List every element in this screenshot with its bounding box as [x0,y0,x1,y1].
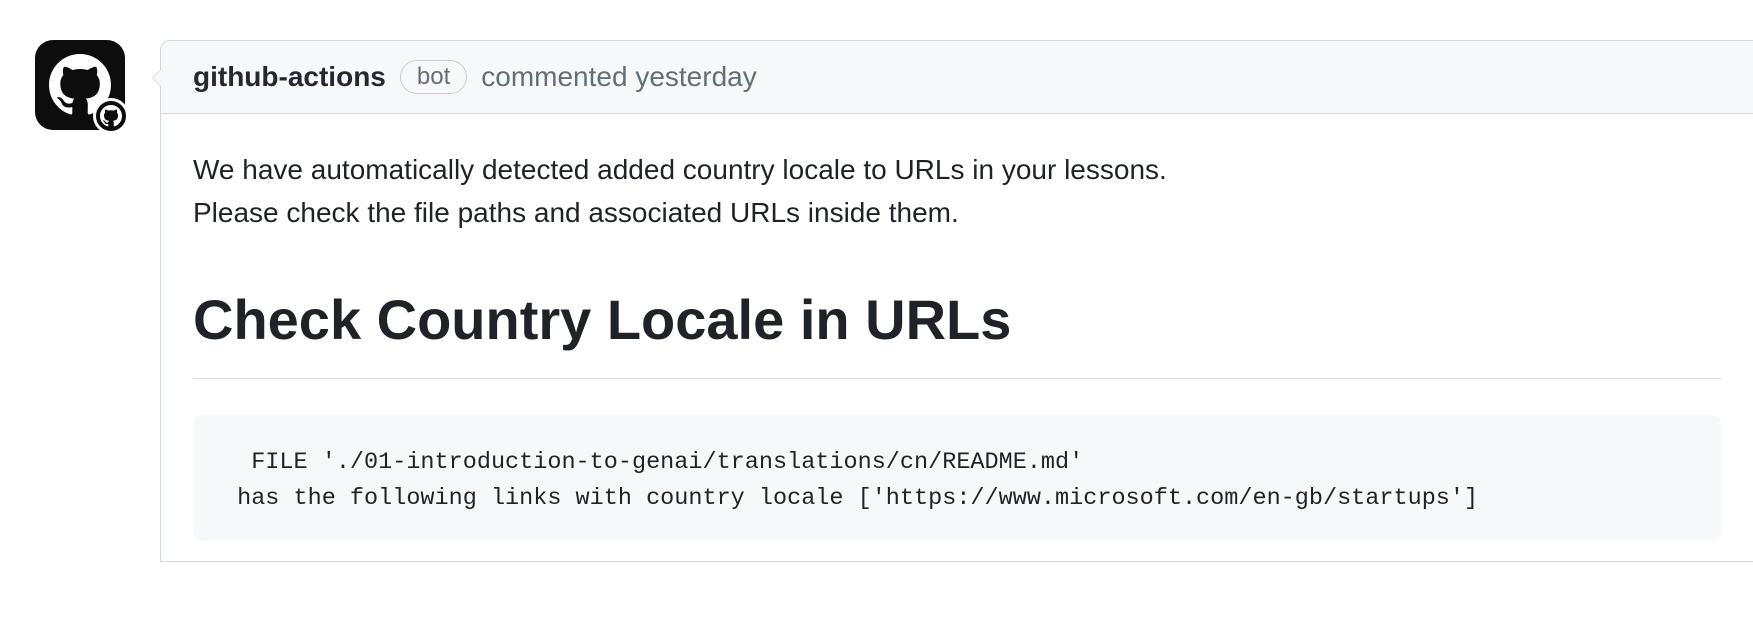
intro-line-2: Please check the file paths and associat… [193,191,1721,234]
intro-text: We have automatically detected added cou… [193,148,1721,235]
github-logo-icon [100,105,122,127]
avatar-column [35,0,125,562]
comment-box: github-actions bot commented yesterday W… [160,40,1753,562]
bot-badge: bot [400,60,467,94]
comment-meta: commented yesterday [481,61,756,93]
intro-line-1: We have automatically detected added cou… [193,148,1721,191]
comment-body: We have automatically detected added cou… [161,114,1753,561]
comment-container: github-actions bot commented yesterday W… [0,0,1753,562]
avatar-wrapper[interactable] [35,40,125,130]
comment-author-link[interactable]: github-actions [193,61,386,93]
comment-header: github-actions bot commented yesterday [161,41,1753,114]
comment-action: commented [481,61,635,92]
section-heading: Check Country Locale in URLs [193,277,1721,379]
comment-timestamp-link[interactable]: yesterday [635,61,756,92]
comment-column: github-actions bot commented yesterday W… [160,0,1753,562]
github-sub-avatar [93,98,129,134]
code-block: FILE './01-introduction-to-genai/transla… [193,415,1721,542]
